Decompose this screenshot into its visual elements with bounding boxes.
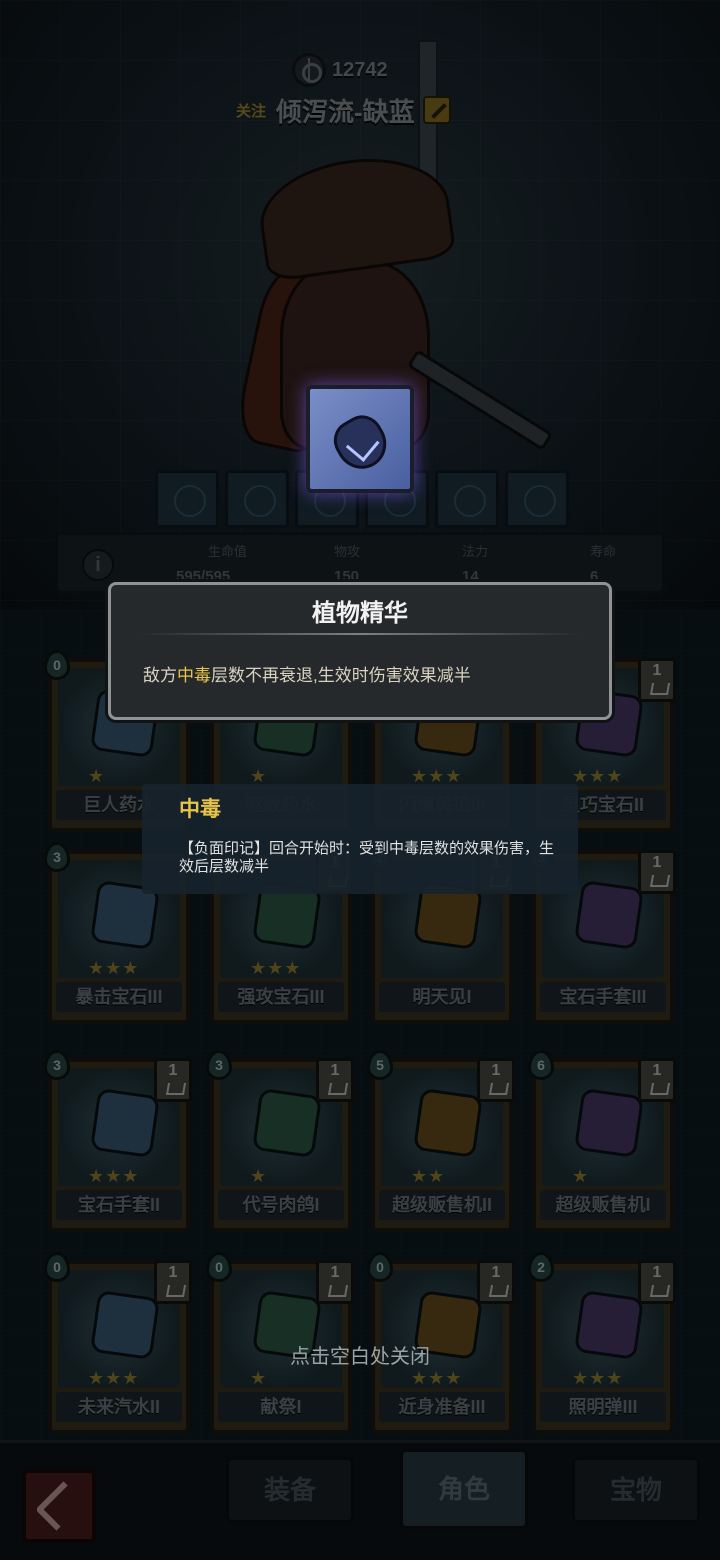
keyword-tooltip: 中毒 【负面印记】回合开始时：受到中毒层数的效果伤害，生效后层数减半 [142,784,578,894]
potion-flask-icon [326,407,396,479]
item-tooltip: 植物精华 敌方中毒层数不再衰退,生效时伤害效果减半 [108,582,612,720]
close-hint: 点击空白处关闭 [290,1346,430,1368]
tooltip-divider [139,633,581,635]
item-tooltip-description: 敌方中毒层数不再衰退,生效时伤害效果减半 [143,661,471,686]
modal-overlay[interactable] [0,0,720,1560]
desc-prefix: 敌方 [143,666,177,685]
plant-essence-item-icon [306,385,414,493]
desc-suffix: 层数不再衰退,生效时伤害效果减半 [211,666,471,685]
keyword-tooltip-description: 【负面印记】回合开始时：受到中毒层数的效果伤害，生效后层数减半 [179,840,555,875]
item-tooltip-title: 植物精华 [312,600,408,627]
keyword-tooltip-title: 中毒 [179,798,221,821]
poison-keyword-link[interactable]: 中毒 [177,666,211,685]
